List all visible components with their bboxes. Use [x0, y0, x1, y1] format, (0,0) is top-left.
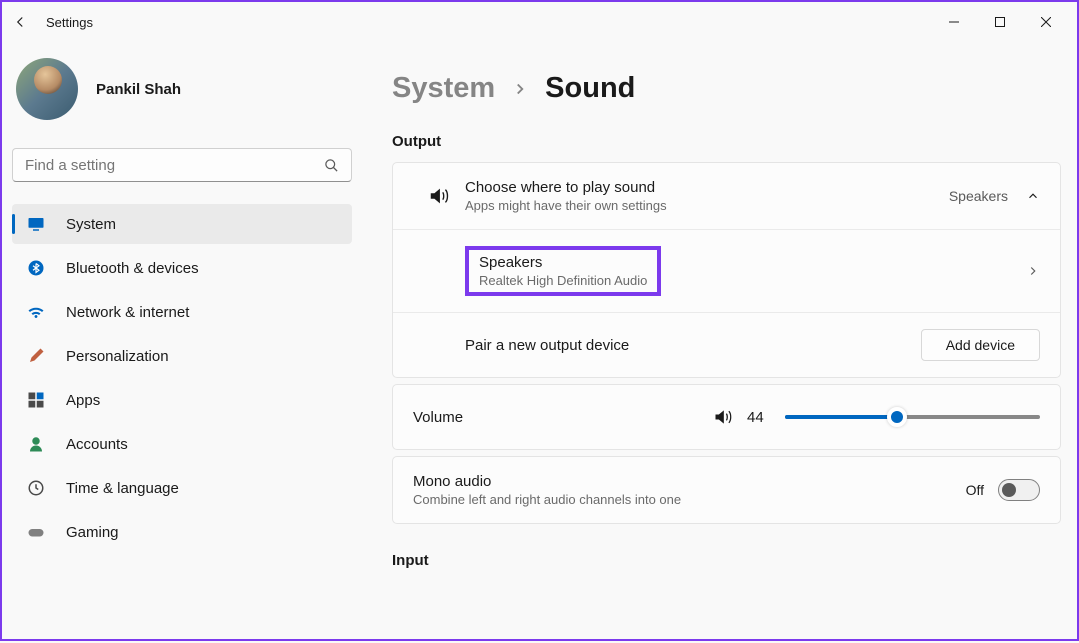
volume-value: 44: [747, 409, 771, 426]
back-button[interactable]: [10, 12, 30, 32]
speaker-icon: [413, 185, 465, 207]
pair-body: Pair a new output device: [465, 337, 921, 354]
search-icon: [324, 158, 339, 173]
wifi-icon: [26, 302, 46, 322]
volume-icon[interactable]: [713, 407, 733, 427]
volume-card: Volume 44: [392, 384, 1061, 450]
search-input[interactable]: [25, 157, 324, 174]
pair-device-row: Pair a new output device Add device: [393, 313, 1060, 377]
device-name: Speakers: [479, 254, 647, 271]
nav-label: Time & language: [66, 480, 179, 497]
sidebar-item-apps[interactable]: Apps: [12, 380, 352, 420]
mono-state: Off: [966, 482, 984, 498]
output-heading: Output: [392, 133, 1061, 150]
device-sub: Realtek High Definition Audio: [479, 273, 647, 288]
choose-title: Choose where to play sound: [465, 179, 949, 196]
mono-body: Mono audio Combine left and right audio …: [413, 473, 966, 507]
output-card-group: Choose where to play sound Apps might ha…: [392, 162, 1061, 378]
add-device-button[interactable]: Add device: [921, 329, 1040, 361]
apps-icon: [26, 390, 46, 410]
choose-right: Speakers: [949, 188, 1040, 204]
nav-label: System: [66, 216, 116, 233]
window-controls: [931, 6, 1069, 38]
mono-title: Mono audio: [413, 473, 966, 490]
brush-icon: [26, 346, 46, 366]
pair-right: Add device: [921, 329, 1040, 361]
device-row-speakers[interactable]: Speakers Realtek High Definition Audio: [393, 230, 1060, 313]
minimize-button[interactable]: [931, 6, 977, 38]
slider-fill: [785, 415, 897, 419]
sidebar-item-network[interactable]: Network & internet: [12, 292, 352, 332]
main-content: System Sound Output Choose where to play…: [362, 42, 1077, 643]
choose-output-row[interactable]: Choose where to play sound Apps might ha…: [393, 163, 1060, 230]
mono-audio-card: Mono audio Combine left and right audio …: [392, 456, 1061, 524]
input-heading: Input: [392, 552, 1061, 569]
device-right: [1026, 264, 1040, 278]
nav-label: Network & internet: [66, 304, 189, 321]
sidebar-item-gaming[interactable]: Gaming: [12, 512, 352, 552]
close-button[interactable]: [1023, 6, 1069, 38]
nav-label: Bluetooth & devices: [66, 260, 199, 277]
mono-toggle-wrap: Off: [966, 479, 1040, 501]
mono-toggle[interactable]: [998, 479, 1040, 501]
pair-label: Pair a new output device: [465, 337, 921, 354]
profile[interactable]: Pankil Shah: [12, 54, 352, 140]
nav-list: System Bluetooth & devices Network & int…: [12, 204, 352, 552]
nav-label: Accounts: [66, 436, 128, 453]
choose-sub: Apps might have their own settings: [465, 198, 949, 213]
nav-label: Apps: [66, 392, 100, 409]
maximize-button[interactable]: [977, 6, 1023, 38]
chevron-right-icon: [511, 80, 529, 98]
app-title: Settings: [46, 15, 93, 30]
highlight-box: Speakers Realtek High Definition Audio: [465, 246, 661, 296]
sidebar-item-accounts[interactable]: Accounts: [12, 424, 352, 464]
clock-icon: [26, 478, 46, 498]
sidebar-item-personalization[interactable]: Personalization: [12, 336, 352, 376]
breadcrumb-parent[interactable]: System: [392, 72, 495, 105]
toggle-knob: [1002, 483, 1016, 497]
slider-thumb[interactable]: [887, 407, 907, 427]
person-icon: [26, 434, 46, 454]
breadcrumb: System Sound: [392, 72, 1061, 105]
sidebar-item-system[interactable]: System: [12, 204, 352, 244]
bluetooth-icon: [26, 258, 46, 278]
selected-device-value: Speakers: [949, 188, 1008, 204]
system-icon: [26, 214, 46, 234]
breadcrumb-current: Sound: [545, 72, 635, 105]
mono-sub: Combine left and right audio channels in…: [413, 492, 966, 507]
nav-label: Personalization: [66, 348, 169, 365]
volume-label: Volume: [413, 409, 713, 426]
chevron-right-icon: [1026, 264, 1040, 278]
device-body: Speakers Realtek High Definition Audio: [465, 246, 1026, 296]
layout: Pankil Shah System Bluetooth & devices N…: [2, 42, 1077, 643]
sidebar: Pankil Shah System Bluetooth & devices N…: [2, 42, 362, 643]
sidebar-item-time[interactable]: Time & language: [12, 468, 352, 508]
titlebar: Settings: [2, 2, 1077, 42]
chevron-up-icon: [1026, 189, 1040, 203]
sidebar-item-bluetooth[interactable]: Bluetooth & devices: [12, 248, 352, 288]
choose-output-body: Choose where to play sound Apps might ha…: [465, 179, 949, 213]
volume-controls: 44: [713, 407, 1040, 427]
nav-label: Gaming: [66, 524, 119, 541]
avatar: [16, 58, 78, 120]
titlebar-left: Settings: [10, 12, 931, 32]
profile-name: Pankil Shah: [96, 81, 181, 98]
volume-slider[interactable]: [785, 415, 1040, 419]
gamepad-icon: [26, 522, 46, 542]
search-box[interactable]: [12, 148, 352, 182]
